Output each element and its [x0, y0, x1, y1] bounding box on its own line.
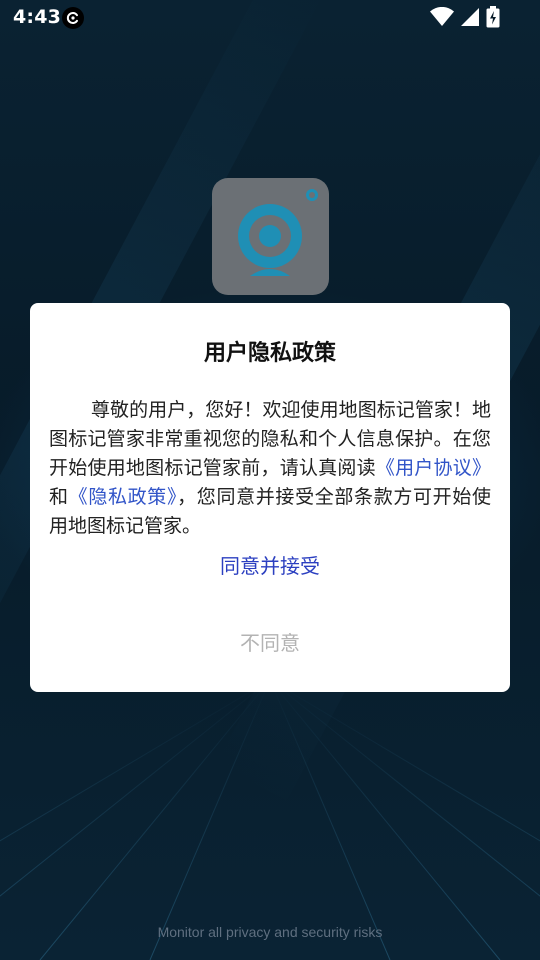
body-and-text: 和	[49, 486, 69, 508]
battery-charging-icon	[486, 6, 500, 28]
cell-signal-icon	[460, 7, 480, 27]
user-agreement-link[interactable]: 《用户协议》	[376, 457, 491, 479]
app-logo	[212, 178, 329, 295]
background-grid	[0, 680, 540, 960]
webcam-icon	[238, 189, 318, 276]
footer-tagline: Monitor all privacy and security risks	[157, 924, 383, 940]
disagree-button[interactable]: 不同意	[30, 625, 510, 661]
privacy-policy-link[interactable]: 《隐私政策》	[69, 486, 177, 508]
status-bar: 4:43	[0, 0, 540, 36]
status-icons	[430, 6, 500, 28]
notification-c-icon	[62, 7, 84, 29]
privacy-policy-dialog: 用户隐私政策 尊敬的用户，您好！欢迎使用地图标记管家！地图标记管家非常重视您的隐…	[30, 303, 510, 692]
agree-button[interactable]: 同意并接受	[30, 548, 510, 584]
dialog-title: 用户隐私政策	[203, 341, 336, 366]
wifi-icon	[430, 7, 454, 27]
status-time: 4:43	[13, 6, 62, 28]
dialog-body: 尊敬的用户，您好！欢迎使用地图标记管家！地图标记管家非常重视您的隐私和个人信息保…	[49, 396, 491, 541]
